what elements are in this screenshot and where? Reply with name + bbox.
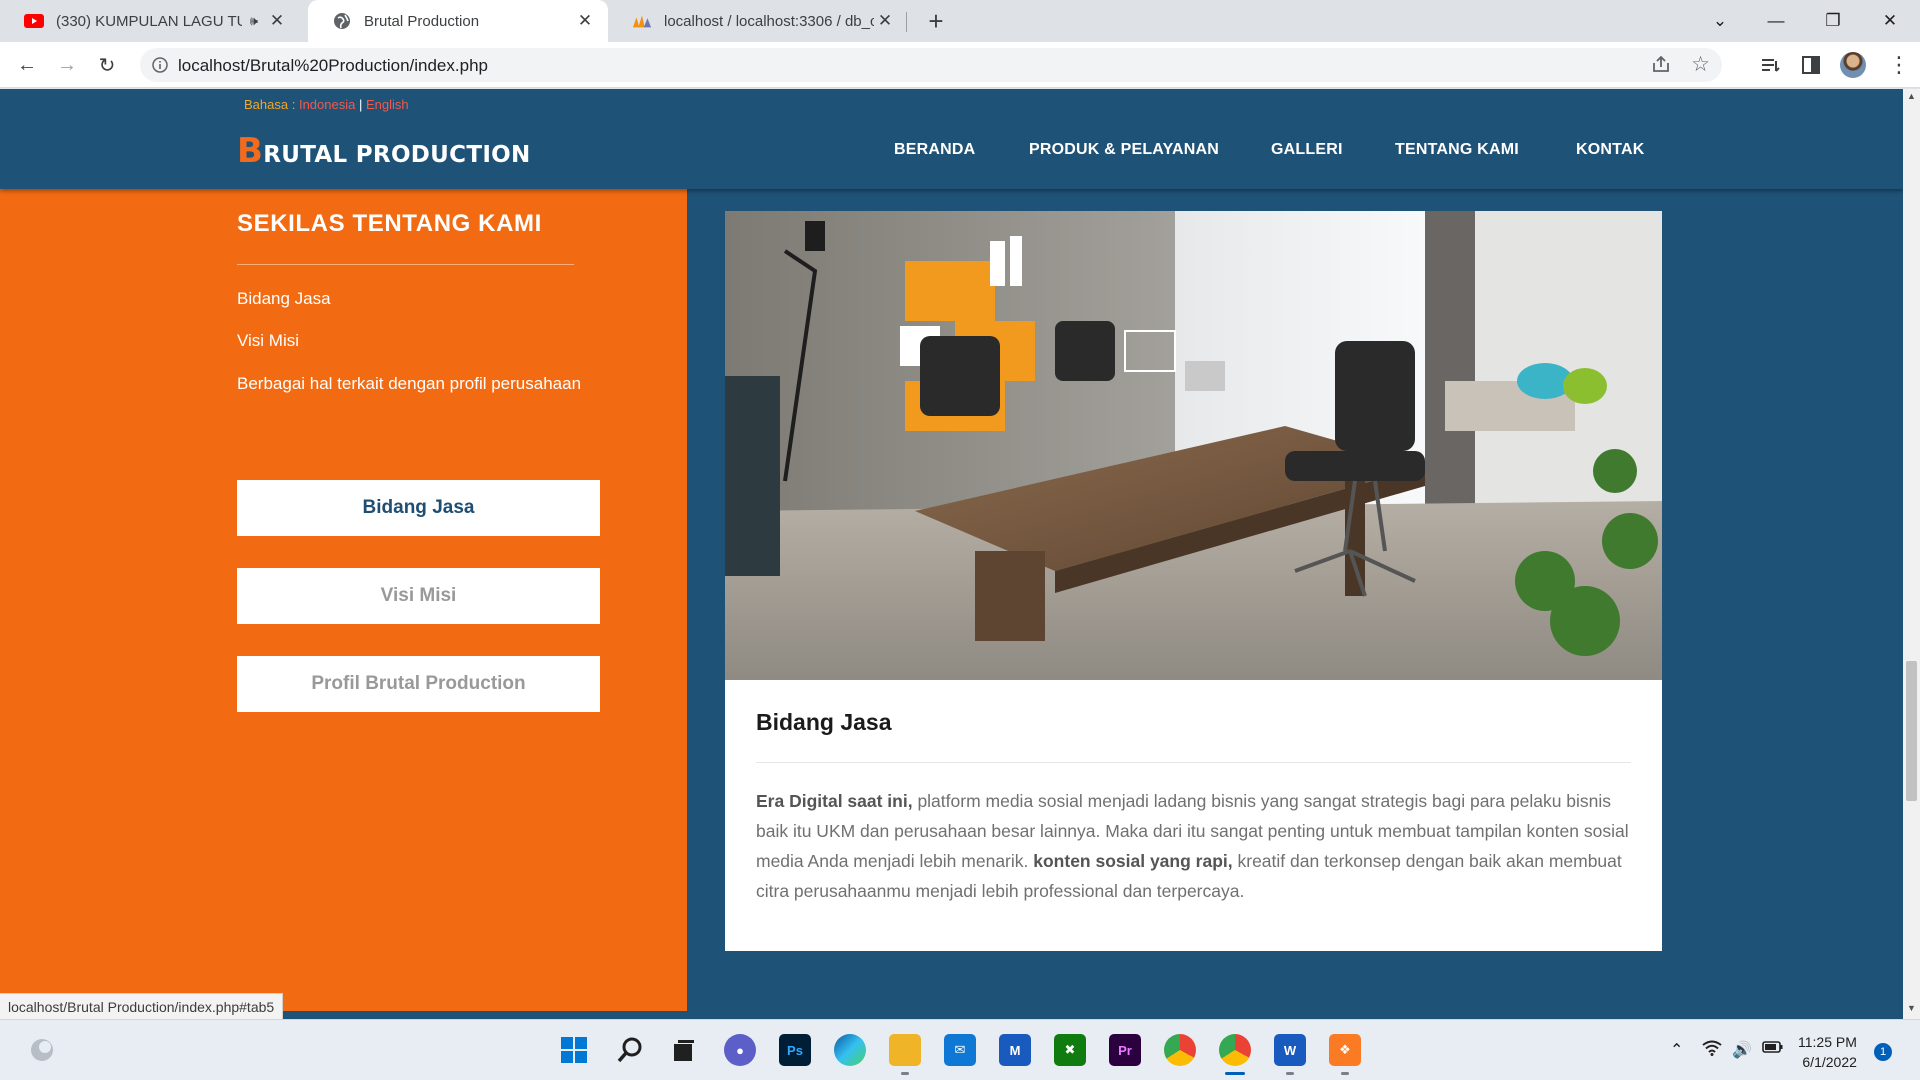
logo-first-letter: B [237,131,264,171]
tab-search-button[interactable]: ⌄ [1692,0,1748,42]
site-header: Bahasa : Indonesia | English BRUTAL PROD… [0,89,1903,189]
tab-brutal-production[interactable]: Brutal Production ✕ [308,0,608,42]
teams-chat-icon[interactable]: ● [724,1034,756,1066]
sidebar-title: SEKILAS TENTANG KAMI [237,210,542,237]
back-button[interactable]: ← [12,50,42,80]
tab-title: localhost / localhost:3306 / db_company [664,12,874,30]
nav-galleri[interactable]: GALLERI [1271,141,1343,159]
language-english-link[interactable]: English [366,97,409,112]
running-indicator [901,1072,909,1075]
volume-icon[interactable]: 🔊 [1732,1040,1752,1060]
scroll-down-arrow[interactable]: ▼ [1907,1003,1916,1013]
tab-button-profil[interactable]: Profil Brutal Production [237,656,600,712]
show-hidden-icons-chevron-icon[interactable]: ⌃ [1670,1040,1683,1060]
scroll-up-arrow[interactable]: ▲ [1907,91,1916,101]
tab-phpmyadmin[interactable]: localhost / localhost:3306 / db_company … [608,0,908,42]
speaker-icon[interactable]: 🕪 [250,13,258,29]
minimize-button[interactable]: — [1748,0,1804,42]
globe-icon [332,11,352,31]
close-tab-button[interactable]: ✕ [574,10,596,32]
notification-badge[interactable]: 1 [1874,1043,1892,1061]
windows-taskbar: ● Ps ✉ M ✖ Pr W ❖ ⌃ 🔊 11:25 PM 6/1/2022 … [0,1019,1920,1080]
page-scrollbar[interactable]: ▲ ▼ [1903,89,1920,1019]
system-clock[interactable]: 11:25 PM 6/1/2022 [1798,1032,1857,1072]
mid-bold-text: konten sosial yang rapi, [1033,851,1233,871]
nav-tentang-kami[interactable]: TENTANG KAMI [1395,141,1519,159]
close-tab-button[interactable]: ✕ [874,10,896,32]
profile-avatar[interactable] [1840,52,1866,78]
search-icon[interactable] [614,1034,646,1066]
editor-icon[interactable]: M [999,1034,1031,1066]
restore-button[interactable]: ❐ [1805,0,1861,42]
side-panel-icon[interactable] [1796,50,1826,80]
sidebar-item-profil: Berbagai hal terkait dengan profil perus… [237,374,582,393]
widgets-icon[interactable] [26,1034,58,1066]
tab-title: (330) KUMPULAN LAGU TULUS [56,12,242,30]
nav-produk-pelayanan[interactable]: PRODUK & PELAYANAN [1029,141,1219,159]
youtube-icon [24,11,44,31]
tab-strip: (330) KUMPULAN LAGU TULUS 🕪 ✕ Brutal Pro… [0,0,1920,42]
content-divider [756,762,1631,763]
site-logo[interactable]: BRUTAL PRODUCTION [237,131,531,171]
tab-title: Brutal Production [364,12,480,30]
xampp-icon[interactable]: ❖ [1329,1034,1361,1066]
bookmark-star-icon[interactable]: ☆ [1691,52,1710,77]
reload-button[interactable]: ↻ [92,50,122,80]
office-photo [725,211,1662,680]
language-separator: | [358,97,363,112]
address-bar[interactable]: localhost/Brutal%20Production/index.php … [140,48,1722,82]
reading-list-icon[interactable] [1756,50,1786,80]
tab-button-bidang-jasa[interactable]: Bidang Jasa [237,480,600,536]
clock-date: 6/1/2022 [1802,1054,1857,1070]
phpmyadmin-icon [632,11,652,31]
page-viewport: Bahasa : Indonesia | English BRUTAL PROD… [0,89,1903,1019]
lead-bold-text: Era Digital saat ini, [756,791,913,811]
nav-kontak[interactable]: KONTAK [1576,141,1644,159]
chrome-canary-icon[interactable] [1219,1034,1251,1066]
menu-kebab-icon[interactable]: ⋮ [1884,50,1914,80]
site-info-icon[interactable] [148,53,172,77]
file-explorer-icon[interactable] [889,1034,921,1066]
windows-start-icon[interactable] [558,1034,590,1066]
scrollbar-thumb[interactable] [1906,661,1917,801]
active-app-indicator [1225,1072,1245,1075]
word-icon[interactable]: W [1274,1034,1306,1066]
language-label: Bahasa : [244,97,296,112]
logo-text: RUTAL PRODUCTION [263,142,531,168]
content-paragraph: Era Digital saat ini, platform media sos… [756,786,1636,906]
mail-icon[interactable]: ✉ [944,1034,976,1066]
language-switcher: Bahasa : Indonesia | English [244,97,409,112]
sidebar-divider [237,264,574,265]
close-window-button[interactable]: ✕ [1862,0,1918,42]
new-tab-button[interactable]: + [922,6,950,36]
premiere-icon[interactable]: Pr [1109,1034,1141,1066]
url-text[interactable]: localhost/Brutal%20Production/index.php [178,56,488,76]
tab-youtube[interactable]: (330) KUMPULAN LAGU TULUS 🕪 ✕ [0,0,300,42]
photoshop-icon[interactable]: Ps [779,1034,811,1066]
tab-separator [906,12,907,32]
clock-time: 11:25 PM [1798,1034,1857,1050]
sidebar-item-visi-misi: Visi Misi [237,331,300,350]
content-card: Bidang Jasa Era Digital saat ini, platfo… [725,211,1662,951]
running-indicator [1341,1072,1349,1075]
forward-button[interactable]: → [52,50,82,80]
nav-beranda[interactable]: BERANDA [894,141,975,159]
share-icon[interactable] [1650,53,1674,77]
task-view-icon[interactable] [668,1034,700,1066]
wifi-icon[interactable] [1702,1040,1722,1061]
chrome-icon[interactable] [1164,1034,1196,1066]
browser-toolbar: ← → ↻ localhost/Brutal%20Production/inde… [0,42,1920,88]
sidebar-item-bidang-jasa: Bidang Jasa [237,289,331,308]
battery-icon[interactable] [1762,1040,1784,1059]
tab-button-visi-misi[interactable]: Visi Misi [237,568,600,624]
running-indicator [1286,1072,1294,1075]
xbox-icon[interactable]: ✖ [1054,1034,1086,1066]
language-indonesia-link[interactable]: Indonesia [299,97,355,112]
close-tab-button[interactable]: ✕ [266,10,288,32]
link-status-bar: localhost/Brutal Production/index.php#ta… [0,993,284,1019]
edge-icon[interactable] [834,1034,866,1066]
content-title: Bidang Jasa [756,709,892,735]
